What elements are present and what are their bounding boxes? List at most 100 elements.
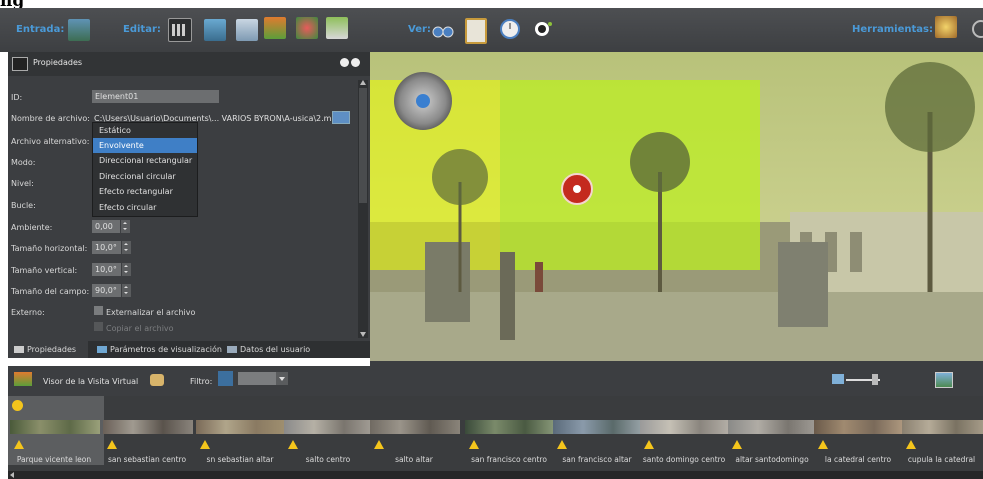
option-direccional-circular[interactable]: Direccional circular (93, 169, 197, 184)
id-card-icon[interactable] (236, 19, 258, 41)
panorama-thumbnails: Parque vicente leon san sebastian centro… (8, 396, 983, 479)
externalizar-checkbox[interactable] (94, 306, 103, 315)
thumbnail-item[interactable]: sn sebastian altar (194, 396, 290, 465)
thumbnail-image (814, 420, 904, 434)
user-dropdown-icon[interactable] (150, 374, 164, 386)
direction-icon[interactable] (326, 17, 348, 39)
thumbnail-label: salto centro (305, 455, 351, 464)
tools-icon[interactable] (935, 16, 957, 38)
properties-icon[interactable] (168, 18, 192, 42)
properties-header: Propiedades (8, 52, 370, 76)
panorama-viewer[interactable] (370, 52, 983, 361)
thumbnail-label: la catedral centro (824, 455, 892, 464)
binoculars-icon[interactable] (432, 19, 454, 41)
properties-icon (12, 57, 28, 71)
thumbnail-item[interactable]: san francisco centro (463, 396, 559, 465)
thumbnail-image (640, 420, 730, 434)
eye-icon[interactable] (531, 18, 553, 40)
tab-datos-usuario[interactable]: Datos del usuario (240, 341, 310, 358)
tour-map-icon[interactable] (264, 17, 286, 39)
thumbnail-image (902, 420, 983, 434)
horizontal-stepper[interactable] (122, 241, 131, 254)
add-panorama-icon[interactable] (68, 19, 90, 41)
vertical-stepper[interactable] (122, 263, 131, 276)
propiedades-tab-icon (14, 346, 24, 353)
option-envolvente[interactable]: Envolvente (93, 138, 197, 153)
scroll-down-icon[interactable] (360, 332, 366, 337)
bucle-label: Bucle: (11, 201, 36, 210)
filter-color-select[interactable] (238, 372, 288, 385)
thumbnail-item[interactable]: salto centro (282, 396, 378, 465)
id-label: ID: (11, 93, 23, 102)
thumbnail-item[interactable]: san francisco altar (551, 396, 647, 465)
scroll-thumb[interactable] (359, 88, 367, 203)
option-direccional-rectangular[interactable]: Direccional rectangular (93, 153, 197, 168)
herramientas-label: Herramientas: (852, 24, 933, 35)
option-efecto-circular[interactable]: Efecto circular (93, 200, 197, 215)
thumbnail-label: sn sebastian altar (206, 455, 274, 464)
option-efecto-rectangular[interactable]: Efecto rectangular (93, 184, 197, 199)
visualizacion-tab-icon (97, 346, 107, 353)
campo-stepper[interactable] (122, 284, 131, 297)
thumbnail-item[interactable]: cupula la catedral (900, 396, 983, 465)
settings-icon[interactable] (970, 18, 983, 40)
sound-hotspot-icon[interactable] (561, 173, 593, 205)
thumbnail-item[interactable]: salto altar (368, 396, 464, 465)
sound-source-icon[interactable] (394, 72, 452, 130)
thumbnail-image (103, 420, 193, 434)
thumbnail-item[interactable]: santo domingo centro (638, 396, 734, 465)
thumbnail-item[interactable]: Parque vicente leon (8, 396, 104, 465)
scroll-up-icon[interactable] (360, 80, 366, 85)
browse-folder-icon[interactable] (332, 111, 350, 124)
hotspot-map-icon[interactable] (296, 17, 318, 39)
thumbnail-item[interactable]: altar santodomingo (726, 396, 822, 465)
visor-title: Visor de la Visita Virtual (43, 377, 139, 386)
nivel-label: Nivel: (11, 179, 34, 188)
thumbnail-item[interactable]: la catedral centro (812, 396, 908, 465)
thumbnail-image (196, 420, 286, 434)
horizontal-field[interactable]: 10,0° (92, 241, 121, 254)
thumbnail-image (370, 420, 460, 434)
tour-map-icon (14, 372, 32, 386)
ver-label: Ver: (408, 24, 431, 35)
modo-dropdown-list[interactable]: Estático Envolvente Direccional rectangu… (92, 122, 198, 217)
archivo-label: Nombre de archivo: (11, 114, 90, 123)
thumbnail-item[interactable]: san sebastian centro (101, 396, 197, 465)
campo-field[interactable]: 90,0° (92, 284, 121, 297)
externalizar-label: Externalizar el archivo (106, 308, 196, 317)
zoom-slider-handle[interactable] (872, 374, 878, 385)
clock-icon[interactable] (499, 18, 521, 40)
thumbnail-label: salto altar (395, 455, 433, 464)
copiar-checkbox[interactable] (94, 322, 103, 331)
tab-parametros[interactable]: Parámetros de visualización (110, 341, 222, 358)
vertical-field[interactable]: 10,0° (92, 263, 121, 276)
start-marker-icon (12, 400, 23, 411)
thumbnail-image (465, 420, 555, 434)
panel-tabs: Propiedades Parámetros de visualización … (8, 341, 370, 358)
thumbnail-label: san francisco altar (562, 455, 632, 464)
zoom-in-icon[interactable] (935, 372, 953, 388)
tab-propiedades[interactable]: Propiedades (27, 341, 76, 358)
vertical-label: Tamaño vertical: (11, 266, 78, 275)
panel-close-icon[interactable] (351, 58, 360, 67)
warning-icon (557, 440, 567, 449)
ambiente-field[interactable]: 0,00 (92, 220, 120, 233)
warning-icon (644, 440, 654, 449)
zoom-out-icon[interactable] (832, 374, 844, 384)
panel-help-icon[interactable] (340, 58, 349, 67)
id-field[interactable]: Element01 (92, 90, 219, 103)
modo-label: Modo: (11, 158, 36, 167)
filter-brush-icon[interactable] (218, 371, 233, 386)
warning-icon (107, 440, 117, 449)
clipboard-icon[interactable] (465, 18, 487, 44)
warning-icon (200, 440, 210, 449)
panorama-edit-icon[interactable] (204, 19, 226, 41)
properties-scrollbar[interactable] (358, 80, 368, 338)
thumbnail-label: cupula la catedral (907, 455, 976, 464)
copiar-label: Copiar el archivo (106, 324, 174, 333)
scroll-left-icon[interactable] (10, 472, 14, 478)
thumbnails-scrollbar[interactable] (8, 471, 983, 479)
entrada-label: Entrada: (16, 24, 65, 35)
option-estatico[interactable]: Estático (93, 123, 197, 138)
ambiente-stepper[interactable] (121, 220, 130, 233)
